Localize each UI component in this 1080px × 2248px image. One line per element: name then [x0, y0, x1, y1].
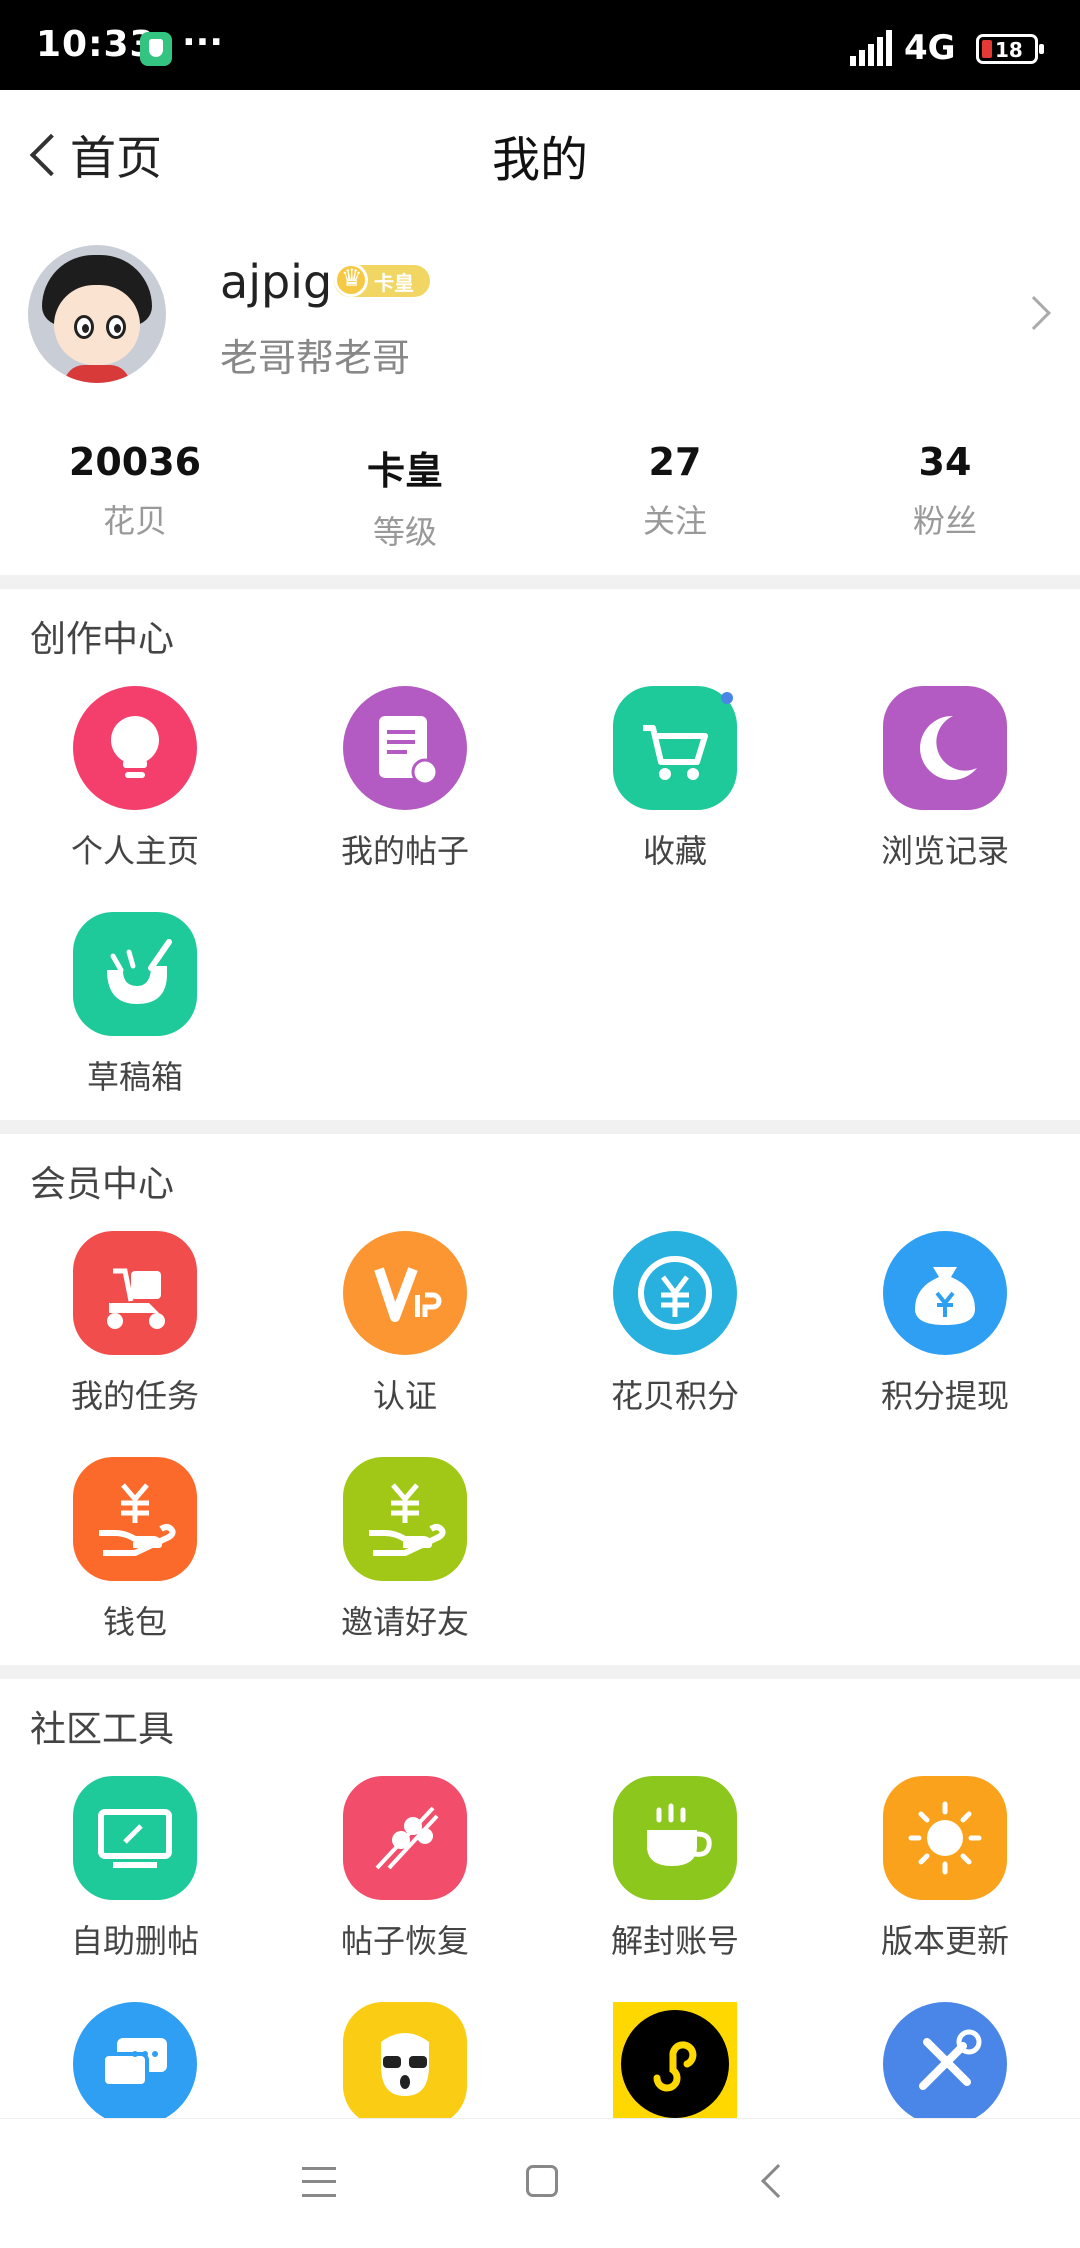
section-title: 创作中心 [30, 619, 175, 660]
skewer-icon [343, 1776, 467, 1900]
sun-icon [883, 1776, 1007, 1900]
grid-item-label: 个人主页 [70, 832, 199, 870]
scooter-icon [73, 1231, 197, 1355]
grid-item-label: 积分提现 [880, 1377, 1009, 1415]
grid-item-label: 版本更新 [880, 1922, 1009, 1960]
section-member-center: 会员中心 我的任务 认证 花贝积分 积分提现 钱包 邀请好友 [0, 1135, 1080, 1665]
profile-card[interactable]: ajpig 卡皇 老哥帮老哥 [0, 245, 1080, 405]
crown-icon [334, 263, 368, 297]
grid-item-label: 草稿箱 [86, 1058, 183, 1096]
back-icon[interactable] [761, 2164, 795, 2198]
stat-label: 等级 [372, 513, 437, 551]
user-signature: 老哥帮老哥 [220, 336, 411, 380]
system-nav-bar [0, 2118, 1080, 2248]
grid-item-label: 认证 [372, 1377, 437, 1415]
face-icon [343, 2002, 467, 2118]
signal-icon [850, 30, 892, 66]
section-title: 会员中心 [30, 1164, 175, 1205]
stat-label: 关注 [642, 502, 707, 540]
stat-value: 20036 [68, 440, 202, 484]
section-divider [0, 1120, 1080, 1134]
cup-icon [613, 1776, 737, 1900]
grid-item-wallet[interactable]: 钱包 [0, 1457, 270, 1643]
stat-following[interactable]: 27 关注 [540, 440, 810, 550]
money-bag-icon [883, 1231, 1007, 1355]
chevron-right-icon[interactable] [1017, 296, 1051, 330]
grid-item-label: 我的任务 [70, 1377, 199, 1415]
shield-icon [140, 32, 172, 66]
section-creation-center: 创作中心 个人主页 我的帖子 收藏 浏览记录 草稿箱 [0, 590, 1080, 1120]
grid-item-my-tasks[interactable]: 我的任务 [0, 1231, 270, 1417]
grid-item-verify[interactable]: 认证 [270, 1231, 540, 1417]
grid-item-withdraw[interactable]: 积分提现 [810, 1231, 1080, 1417]
yuan-hand-icon [73, 1457, 197, 1581]
grid-item-favorites[interactable]: 收藏 [540, 686, 810, 872]
cart-icon [613, 686, 737, 810]
stat-label: 花贝 [102, 502, 167, 540]
page-title: 我的 [491, 132, 588, 188]
moon-icon [883, 686, 1007, 810]
battery-icon: 18 [976, 34, 1044, 64]
network-type: 4G [904, 28, 956, 68]
username: ajpig [220, 255, 333, 309]
section-divider [0, 1665, 1080, 1679]
vip-icon [343, 1231, 467, 1355]
grid-item-tools[interactable] [810, 2002, 1080, 2118]
lightbulb-icon [73, 686, 197, 810]
grid-item-label: 我的帖子 [340, 832, 469, 870]
grid-item-self-delete[interactable]: 自助删帖 [0, 1776, 270, 1962]
battery-level: 18 [995, 38, 1023, 62]
status-bar: 10:33 ··· 4G 18 [0, 0, 1080, 90]
menu-icon[interactable] [302, 2167, 336, 2197]
grid-item-label: 帖子恢复 [340, 1922, 469, 1960]
status-time: 10:33 [36, 24, 156, 65]
section-community-tools: 社区工具 自助删帖 帖子恢复 解封账号 版本更新 [0, 1680, 1080, 2118]
grid-item-face[interactable] [270, 2002, 540, 2118]
grid-item-drafts[interactable]: 草稿箱 [0, 912, 270, 1098]
stat-level[interactable]: 卡皇 等级 [270, 440, 540, 551]
grid-item-miniprogram[interactable] [540, 2002, 810, 2118]
stat-followers[interactable]: 34 粉丝 [810, 440, 1080, 550]
grid-item-huabei-points[interactable]: 花贝积分 [540, 1231, 810, 1417]
level-badge: 卡皇 [334, 263, 430, 297]
grid-item-unban[interactable]: 解封账号 [540, 1776, 810, 1962]
grid-item-chat[interactable] [0, 2002, 270, 2118]
grid-item-label: 钱包 [102, 1603, 167, 1641]
avatar[interactable] [28, 245, 166, 383]
chat-icon [73, 2002, 197, 2118]
grid-item-label: 自助删帖 [70, 1922, 199, 1960]
grid-item-label: 解封账号 [610, 1922, 739, 1960]
grid-item-label: 收藏 [642, 832, 707, 870]
grid-item-my-posts[interactable]: 我的帖子 [270, 686, 540, 872]
grid-item-label: 邀请好友 [340, 1603, 469, 1641]
tools-icon [883, 2002, 1007, 2118]
grid-item-invite[interactable]: 邀请好友 [270, 1457, 540, 1643]
stat-value: 卡皇 [366, 449, 443, 493]
stat-huabei[interactable]: 20036 花贝 [0, 440, 270, 550]
home-icon[interactable] [526, 2165, 558, 2197]
grid-item-restore-post[interactable]: 帖子恢复 [270, 1776, 540, 1962]
grid-item-homepage[interactable]: 个人主页 [0, 686, 270, 872]
yuan-hand-icon [343, 1457, 467, 1581]
grid-item-label: 花贝积分 [610, 1377, 739, 1415]
miniprogram-icon [613, 2002, 737, 2118]
section-divider [0, 575, 1080, 589]
drafts-icon [73, 912, 197, 1036]
stats-row: 20036 花贝 卡皇 等级 27 关注 34 粉丝 [0, 440, 1080, 551]
status-more-dots: ··· [182, 22, 224, 63]
grid-item-version-update[interactable]: 版本更新 [810, 1776, 1080, 1962]
stat-value: 27 [648, 440, 702, 484]
document-icon [343, 686, 467, 810]
yuan-exchange-icon [613, 1231, 737, 1355]
section-title: 社区工具 [30, 1709, 175, 1750]
stat-label: 粉丝 [912, 502, 977, 540]
grid-item-history[interactable]: 浏览记录 [810, 686, 1080, 872]
monitor-icon [73, 1776, 197, 1900]
stat-value: 34 [918, 440, 972, 484]
level-badge-label: 卡皇 [374, 271, 414, 295]
grid-item-label: 浏览记录 [880, 832, 1009, 870]
top-bar: 首页 我的 [0, 90, 1080, 220]
